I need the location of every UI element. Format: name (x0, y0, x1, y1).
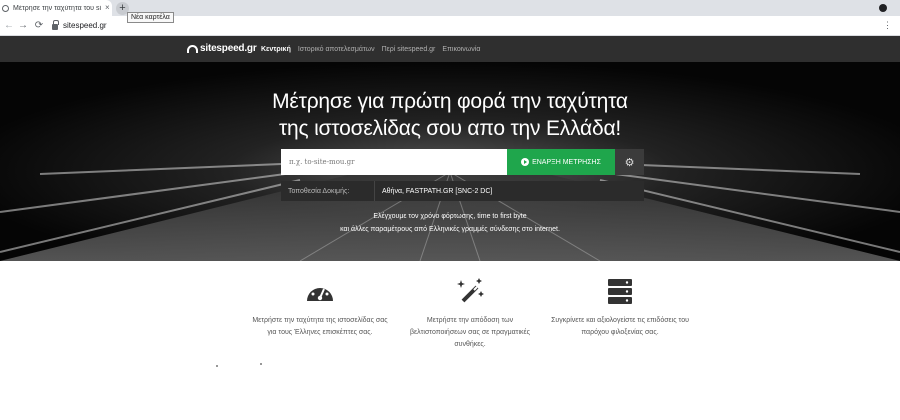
feature-speed: Μετρήστε την ταχύτητα της ιστοσελίδας σα… (250, 277, 390, 339)
hero-section: Μέτρησε για πρώτη φορά την ταχύτητα της … (0, 62, 900, 261)
hero-subtitle-line-1: Ελέγχουμε τον χρόνο φόρτωσης, time to fi… (373, 213, 527, 220)
feature-hosting-text: Συγκρίνετε και αξιολογείστε τις επιδόσει… (551, 317, 689, 336)
hero-title-line-1: Μέτρησε για πρώτη φορά την ταχύτητα (272, 90, 628, 113)
tab-favicon-icon (2, 4, 9, 12)
speedometer-icon (307, 285, 333, 301)
hero-title: Μέτρησε για πρώτη φορά την ταχύτητα της … (250, 88, 650, 142)
test-location-label: Τοποθεσία Δοκιμής: (288, 187, 350, 195)
back-arrow-icon[interactable]: ← (2, 16, 16, 36)
browser-menu-icon[interactable]: ⋮ (883, 20, 892, 30)
server-icon (608, 279, 632, 304)
hero-title-line-2: της ιστοσελίδας σου απο την Ελλάδα! (278, 117, 622, 140)
lock-icon[interactable] (52, 20, 59, 30)
start-test-label: ΕΝΑΡΞΗ ΜΕΤΡΗΣΗΣ (532, 158, 601, 166)
feature-optimization: Μετρήστε την απόδοση των βελτιστοποιήσεω… (400, 277, 540, 351)
start-test-button[interactable]: ΕΝΑΡΞΗ ΜΕΤΡΗΣΗΣ (507, 149, 615, 175)
forward-arrow-icon[interactable]: → (16, 16, 30, 36)
address-bar[interactable]: sitespeed.gr (63, 21, 107, 30)
nav-links: Κεντρική Ιστορικό αποτελεσμάτων Περί sit… (261, 36, 487, 62)
test-location-value: Αθήνα, FASTPATH.GR [SNC-2 DC] (382, 187, 493, 195)
nav-link-contact[interactable]: Επικοινωνία (442, 46, 480, 53)
hero-subtitle: Ελέγχουμε τον χρόνο φόρτωσης, time to fi… (300, 210, 600, 236)
feature-hosting: Συγκρίνετε και αξιολογείστε τις επιδόσει… (550, 277, 690, 339)
logo-text: sitespeed.gr (200, 43, 257, 54)
site-navbar: sitespeed.gr Κεντρική Ιστορικό αποτελεσμ… (0, 36, 900, 62)
browser-tab[interactable]: Μέτρησε την ταχύτητα του site × (0, 0, 112, 16)
test-location-selector[interactable]: Τοποθεσία Δοκιμής: Αθήνα, FASTPATH.GR [S… (281, 181, 644, 201)
new-tab-tooltip: Νέα καρτέλα (127, 12, 174, 23)
stray-dot (216, 365, 218, 367)
hero-subtitle-line-2: και άλλες παραμέτρους από Ελληνικές γραμ… (340, 226, 560, 233)
tab-title: Μέτρησε την ταχύτητα του site (13, 4, 101, 12)
nav-link-home[interactable]: Κεντρική (261, 46, 291, 53)
nav-link-history[interactable]: Ιστορικό αποτελεσμάτων (298, 46, 375, 53)
features-section: Μετρήστε την ταχύτητα της ιστοσελίδας σα… (0, 261, 900, 420)
magic-wand-icon (457, 278, 484, 303)
nav-link-about[interactable]: Περί sitespeed.gr (382, 46, 436, 53)
feature-optimization-text: Μετρήστε την απόδοση των βελτιστοποιήσεω… (410, 317, 530, 348)
play-icon (521, 158, 530, 166)
tab-close-icon[interactable]: × (105, 4, 110, 12)
site-logo[interactable]: sitespeed.gr (187, 43, 257, 54)
site-url-input[interactable]: π.χ. to-site-mou.gr (281, 149, 507, 175)
location-divider (374, 181, 375, 201)
feature-speed-text: Μετρήστε την ταχύτητα της ιστοσελίδας σα… (252, 317, 388, 336)
profile-icon[interactable] (879, 4, 887, 12)
logo-gauge-icon (187, 44, 198, 53)
settings-gear-button[interactable]: ⚙ (615, 149, 644, 175)
stray-dot (260, 363, 262, 365)
reload-icon[interactable]: ⟳ (32, 16, 46, 36)
